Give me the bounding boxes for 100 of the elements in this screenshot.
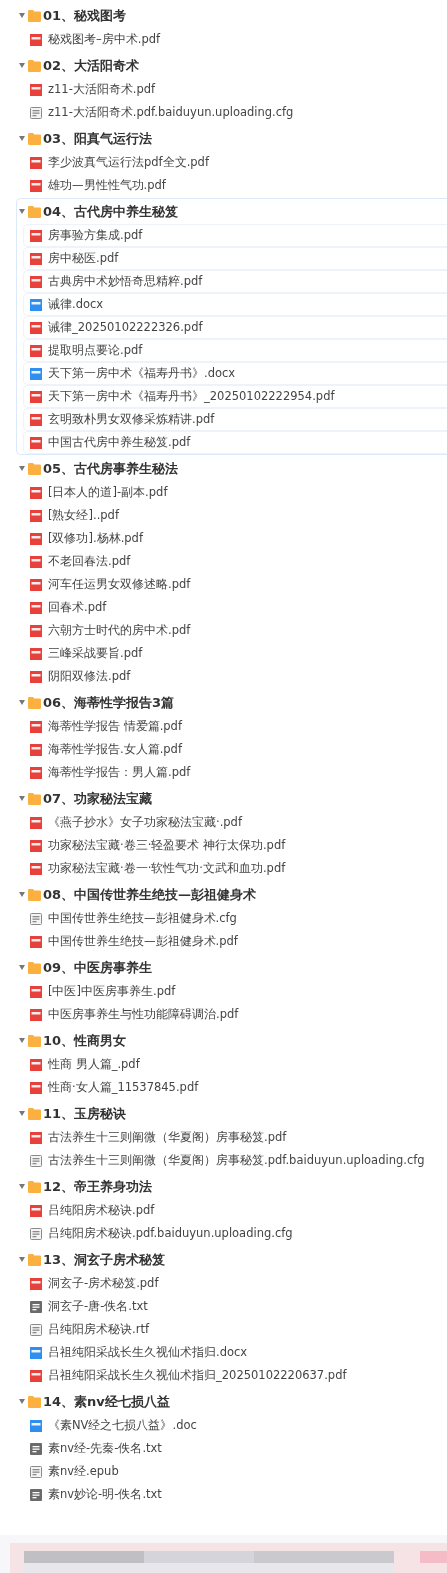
pdf-file-icon [30,179,42,192]
folder-icon [28,462,41,475]
pdf-file-icon [30,532,42,545]
pdf-file-icon [30,436,42,449]
pdf-file-icon [30,743,42,756]
folder-name[interactable]: 01、秘戏图考 [43,6,127,25]
folder-icon [28,1034,41,1047]
expanded-caret-icon[interactable] [19,892,25,897]
folder-icon [28,9,41,22]
file-name[interactable]: 秘戏图考–房中术.pdf [48,32,161,47]
pdf-file-icon [30,1008,42,1021]
folder-name[interactable]: 06、海蒂性学报告3篇 [43,693,175,712]
file-name[interactable]: 提取明点要论.pdf [48,343,143,358]
expanded-caret-icon[interactable] [19,700,25,705]
file-name[interactable]: 吕纯阳房术秘诀.pdf [48,1203,155,1218]
pdf-file-icon [30,344,42,357]
file-name[interactable]: 功家秘法宝藏·卷一·软性气功·文武和血功.pdf [48,861,286,876]
folder-icon [28,205,41,218]
file-name[interactable]: 中国传世养生绝技—彭祖健身术.pdf [48,934,238,949]
folder-icon [28,696,41,709]
pdf-file-icon [30,413,42,426]
pdf-file-icon [30,275,42,288]
file-name[interactable]: 《燕子抄水》女子功家秘法宝藏·.pdf [48,815,242,830]
file-name[interactable]: z11-大活阳奇术.pdf [48,82,156,97]
file-name[interactable]: 海蒂性学报告.女人篇.pdf [48,742,182,757]
file-name[interactable]: [中医]中医房事养生.pdf [48,984,176,999]
expanded-caret-icon[interactable] [19,209,25,214]
file-name[interactable]: 古法养生十三则阐微（华夏阁）房事秘笈.pdf [48,1130,287,1145]
folder-name[interactable]: 03、阳真气运行法 [43,129,153,148]
file-name[interactable]: 吕纯阳房术秘诀.pdf.baiduyun.uploading.cfg [48,1226,293,1241]
folder-name[interactable]: 07、功家秘法宝藏 [43,789,153,808]
file-name[interactable]: 吕祖纯阳采战长生久视仙术指归_20250102220637.pdf [48,1368,347,1383]
expanded-caret-icon[interactable] [19,1399,25,1404]
pdf-file-icon [30,839,42,852]
expanded-caret-icon[interactable] [19,1257,25,1262]
pdf-file-icon [30,83,42,96]
text-file-icon [30,1300,42,1313]
folder-icon [28,1395,41,1408]
folder-name[interactable]: 13、洞玄子房术秘笈 [43,1250,166,1269]
file-name[interactable]: 阴阳双修法.pdf [48,669,131,684]
file-name[interactable]: 洞玄子-房术秘笈.pdf [48,1276,159,1291]
file-name[interactable]: 性商·女人篇_11537845.pdf [48,1080,199,1095]
pdf-file-icon [30,509,42,522]
file-name[interactable]: 性商 男人篇_.pdf [48,1057,140,1072]
expanded-caret-icon[interactable] [19,13,25,18]
file-name[interactable]: 房中秘医.pdf [48,251,119,266]
folder-icon [28,1253,41,1266]
file-name[interactable]: 《素NV经之七损八益》.doc [48,1418,197,1433]
file-name[interactable]: 素nv经.epub [48,1464,119,1479]
text-file-icon [30,1442,42,1455]
file-name[interactable]: 房事验方集成.pdf [48,228,143,243]
file-name[interactable]: [熟女经]..pdf [48,508,119,523]
file-name[interactable]: 李少波真气运行法pdf全文.pdf [48,155,209,170]
pdf-file-icon [30,1277,42,1290]
file-name[interactable]: 吕纯阳房术秘诀.rtf [48,1322,149,1337]
file-name[interactable]: 吕祖纯阳采战长生久视仙术指归.docx [48,1345,248,1360]
file-name[interactable]: 不老回春法.pdf [48,554,131,569]
expanded-caret-icon[interactable] [19,1038,25,1043]
folder-name[interactable]: 10、性商男女 [43,1031,127,1050]
pdf-file-icon [30,321,42,334]
folder-name[interactable]: 11、玉房秘诀 [43,1104,127,1123]
pdf-file-icon [30,1058,42,1071]
folder-icon [28,1107,41,1120]
file-name[interactable]: z11-大活阳奇术.pdf.baiduyun.uploading.cfg [48,105,294,120]
folder-icon [28,132,41,145]
file-name[interactable]: 诫律.docx [48,297,104,312]
file-name[interactable]: 回春术.pdf [48,600,107,615]
folder-name[interactable]: 04、古代房中养生秘笈 [43,202,179,221]
file-icon [30,1323,42,1336]
folder-name[interactable]: 08、中国传世养生绝技—彭祖健身术 [43,885,257,904]
file-name[interactable]: 素nv经-先秦-佚名.txt [48,1441,162,1456]
folder-name[interactable]: 09、中医房事养生 [43,958,153,977]
expanded-caret-icon[interactable] [19,136,25,141]
file-name[interactable]: 中医房事养生与性功能障碍调治.pdf [48,1007,239,1022]
folder-name[interactable]: 12、帝王养身功法 [43,1177,153,1196]
file-name[interactable]: 素nv妙论-明-佚名.txt [48,1487,162,1502]
folder-name[interactable]: 05、古代房事养生秘法 [43,459,179,478]
pdf-file-icon [30,720,42,733]
folder-name[interactable]: 14、素nv经七损八益 [43,1392,170,1411]
file-name[interactable]: 功家秘法宝藏·卷三·轻盈要术 神行太保功.pdf [48,838,286,853]
pdf-file-icon [30,1131,42,1144]
file-name[interactable]: 洞玄子-唐-佚名.txt [48,1299,148,1314]
file-name[interactable]: 古法养生十三则阐微（华夏阁）房事秘笈.pdf.baiduyun.uploading.cfg [48,1153,425,1168]
file-name[interactable]: [双修功].杨林.pdf [48,531,143,546]
expanded-caret-icon[interactable] [19,1111,25,1116]
expanded-caret-icon[interactable] [19,796,25,801]
file-name[interactable]: [日本人的道]-副本.pdf [48,485,168,500]
file-name[interactable]: 中国传世养生绝技—彭祖健身术.cfg [48,911,237,926]
file-name[interactable]: 海蒂性学报告：男人篇.pdf [48,765,191,780]
file-name[interactable]: 六朝方士时代的房中术.pdf [48,623,191,638]
expanded-caret-icon[interactable] [19,965,25,970]
file-name[interactable]: 海蒂性学报告 情爱篇.pdf [48,719,182,734]
file-name[interactable]: 三峰采战要旨.pdf [48,646,143,661]
expanded-caret-icon[interactable] [19,1184,25,1189]
folder-name[interactable]: 02、大活阳奇术 [43,56,140,75]
expanded-caret-icon[interactable] [19,63,25,68]
expanded-caret-icon[interactable] [19,466,25,471]
file-name[interactable]: 雄功—男性性气功.pdf [48,178,166,193]
pdf-file-icon [30,578,42,591]
file-name[interactable]: 河车任运男女双修述略.pdf [48,577,191,592]
